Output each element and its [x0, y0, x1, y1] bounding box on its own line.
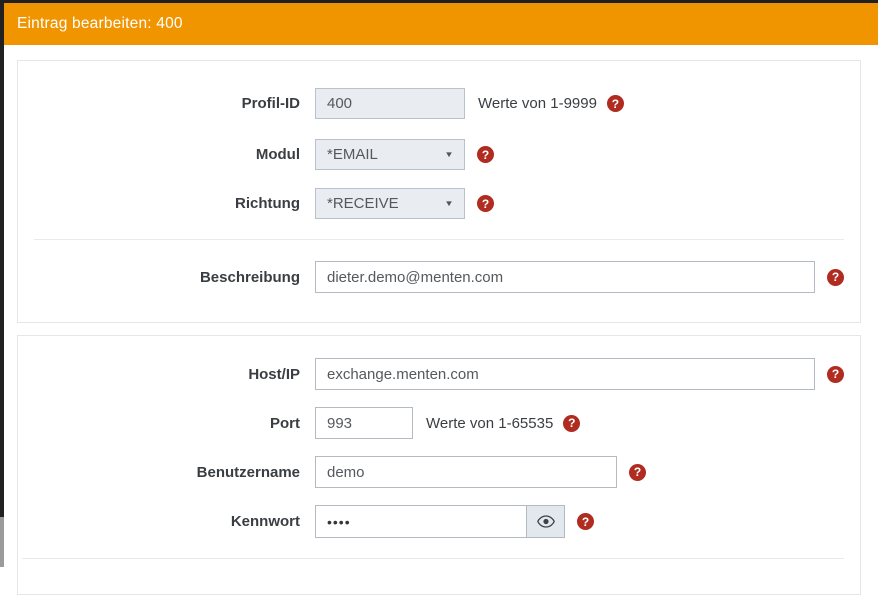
chevron-down-icon: ▼ [444, 150, 454, 159]
richtung-select[interactable]: *RECEIVE ▼ [315, 188, 465, 219]
connection-section-panel: Host/IP ? Port Werte von 1-65535 ? Benut… [17, 335, 861, 595]
profil-id-row: Profil-ID Werte von 1-9999 ? [34, 88, 844, 119]
help-icon[interactable]: ? [563, 415, 580, 432]
beschreibung-input[interactable] [315, 261, 815, 293]
profil-id-hint: Werte von 1-9999 [478, 95, 597, 112]
port-row: Port Werte von 1-65535 ? [34, 407, 844, 439]
section-divider [22, 558, 844, 559]
eye-icon [537, 515, 555, 528]
help-icon[interactable]: ? [577, 513, 594, 530]
modul-select[interactable]: *EMAIL ▼ [315, 139, 465, 170]
modul-label: Modul [34, 146, 300, 163]
profil-id-input[interactable] [315, 88, 465, 119]
scrollbar-thumb[interactable] [0, 517, 4, 567]
help-icon[interactable]: ? [477, 146, 494, 163]
profile-section-panel: Profil-ID Werte von 1-9999 ? Modul *EMAI… [17, 60, 861, 323]
richtung-label: Richtung [34, 195, 300, 212]
modul-selected-value: *EMAIL [327, 146, 378, 163]
page-header: Eintrag bearbeiten: 400 [4, 3, 878, 45]
page-title: Eintrag bearbeiten: 400 [17, 15, 183, 33]
kennwort-row: Kennwort ? [34, 505, 844, 538]
richtung-row: Richtung *RECEIVE ▼ ? [34, 188, 844, 219]
benutzername-input[interactable] [315, 456, 617, 488]
toggle-password-visibility-button[interactable] [526, 506, 564, 537]
host-ip-label: Host/IP [34, 366, 300, 383]
help-icon[interactable]: ? [607, 95, 624, 112]
richtung-selected-value: *RECEIVE [327, 195, 399, 212]
benutzername-row: Benutzername ? [34, 456, 844, 488]
host-ip-input[interactable] [315, 358, 815, 390]
profil-id-label: Profil-ID [34, 95, 300, 112]
host-ip-row: Host/IP ? [34, 358, 844, 390]
beschreibung-label: Beschreibung [34, 269, 300, 286]
form-area: Profil-ID Werte von 1-9999 ? Modul *EMAI… [4, 45, 878, 567]
chevron-down-icon: ▼ [444, 199, 454, 208]
kennwort-input[interactable] [316, 506, 526, 537]
port-hint: Werte von 1-65535 [426, 415, 553, 432]
help-icon[interactable]: ? [827, 366, 844, 383]
help-icon[interactable]: ? [629, 464, 646, 481]
help-icon[interactable]: ? [827, 269, 844, 286]
help-icon[interactable]: ? [477, 195, 494, 212]
kennwort-input-group [315, 505, 565, 538]
section-divider [34, 239, 844, 240]
benutzername-label: Benutzername [34, 464, 300, 481]
beschreibung-row: Beschreibung ? [34, 261, 844, 293]
port-label: Port [34, 415, 300, 432]
modul-row: Modul *EMAIL ▼ ? [34, 139, 844, 170]
kennwort-label: Kennwort [34, 513, 300, 530]
collapsed-sidebar-edge [0, 0, 4, 567]
port-input[interactable] [315, 407, 413, 439]
